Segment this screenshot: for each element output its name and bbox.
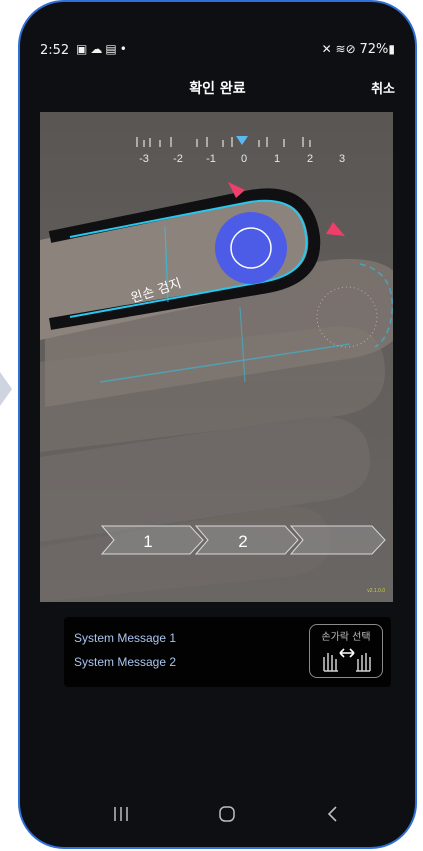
status-bar: 2:52 ▣☁▤• ✕ ≋⊘ 72%▮	[20, 36, 415, 66]
system-message-panel: System Message 1 System Message 2 손가락 선택	[64, 617, 391, 687]
version-label: v2.1.0.0	[367, 588, 385, 594]
system-message-2: System Message 2	[74, 655, 177, 669]
page-title: 확인 완료	[189, 81, 246, 97]
title-bar: 확인 완료 취소	[20, 70, 415, 106]
home-icon[interactable]	[217, 804, 237, 824]
hand-swap-icon	[323, 648, 371, 672]
scale-tick-label: -1	[206, 153, 216, 165]
finger-select-label: 손가락 선택	[321, 632, 371, 643]
notification-icons: ▣☁▤•	[76, 42, 130, 56]
scale-tick-label: 1	[274, 153, 280, 165]
battery-icon: ▮	[388, 42, 395, 56]
navigation-bar	[20, 792, 415, 842]
battery-percent: 72%	[359, 42, 389, 57]
step-indicator: 1 2	[100, 525, 386, 555]
system-message-1: System Message 1	[74, 631, 177, 645]
blocked-icon: ⊘	[345, 42, 356, 56]
system-icons: ✕ ≋⊘ 72%▮	[322, 42, 395, 57]
back-icon[interactable]	[325, 804, 341, 824]
status-time: 2:52	[40, 43, 70, 58]
wifi-icon: ≋	[335, 42, 346, 56]
step-3-chevron	[289, 525, 386, 555]
cancel-button[interactable]: 취소	[371, 78, 395, 97]
image-icon: ▣	[76, 42, 91, 56]
step-1-label: 1	[143, 532, 152, 551]
finger-select-button[interactable]: 손가락 선택	[309, 624, 383, 678]
scale-tick-label: 3	[339, 153, 345, 165]
step-2-label: 2	[238, 532, 247, 551]
scale-tick-label: 0	[241, 153, 247, 165]
camera-view: -3 -2 -1 0 1 2 3 왼손 검지 1 2 v2.1.0.0	[40, 112, 393, 602]
cloud-icon: ☁	[90, 42, 106, 56]
scale-tick-label: 2	[307, 153, 313, 165]
calendar-icon: ▤	[105, 42, 120, 56]
scale-tick-label: -3	[139, 153, 149, 165]
recent-apps-icon[interactable]	[112, 804, 130, 824]
previous-slide-arrow-icon	[0, 372, 12, 406]
dot-icon: •	[119, 42, 130, 56]
phone-frame: 2:52 ▣☁▤• ✕ ≋⊘ 72%▮ 확인 완료 취소 -3 -2 -1 0 …	[18, 0, 417, 849]
mute-icon: ✕	[321, 42, 332, 56]
scale-tick-label: -2	[173, 153, 183, 165]
camera-illustration: -3 -2 -1 0 1 2 3 왼손 검지 1 2 v2.1.0.0	[40, 112, 393, 602]
